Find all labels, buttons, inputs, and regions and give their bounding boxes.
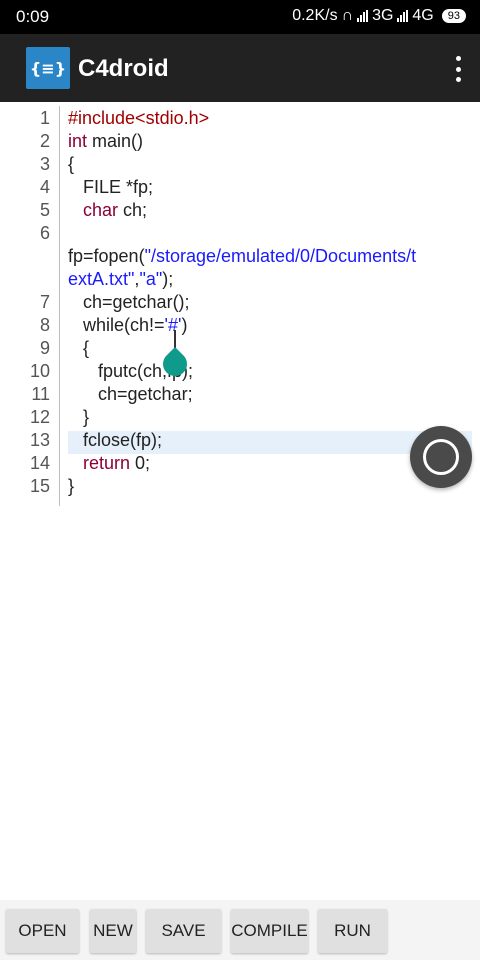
code-token: } [68,476,75,496]
code-token: fp=fopen( [68,246,145,266]
net-speed: 0.2K/s [292,7,338,24]
new-button[interactable]: NEW [90,909,136,953]
code-token: return [83,453,131,473]
signal-bars-icon [357,10,369,22]
code-text: } [68,475,74,498]
status-icons: 0.2K/s ∩ 3G 4G 93 [292,7,466,25]
code-text: FILE *fp; [68,176,153,199]
code-token: { [68,154,75,174]
code-token: char [83,200,119,220]
code-line[interactable]: 11 ch=getchar; [0,383,480,406]
code-line[interactable]: 4 FILE *fp; [0,176,480,199]
code-token: #include<stdio.h> [68,108,210,128]
code-editor[interactable]: 1 #include<stdio.h> 2 int main() 3{4 FILE *f… [0,102,480,900]
app-title: C4droid [78,55,169,82]
overflow-menu-icon[interactable] [454,56,462,82]
code-line[interactable]: 5 char ch; [0,199,480,222]
line-number: 6 [39,223,50,243]
code-line[interactable]: 12 } [0,406,480,429]
code-text: int main() [68,130,143,153]
code-token: fclose(fp); [68,430,163,450]
code-text: #include<stdio.h> [68,107,209,130]
code-text: fp=fopen("/storage/emulated/0/Documents/… [68,245,416,268]
status-time: 0:09 [16,7,50,26]
line-number: 14 [29,453,50,473]
signal-bars-icon-2 [397,10,409,22]
open-button[interactable]: OPEN [6,909,79,953]
code-token: extA.txt" [68,269,135,289]
network-3g: 3G [372,7,394,24]
code-line[interactable]: 10 fputc(ch,fp); [0,360,480,383]
headphones-icon: ∩ [341,7,354,24]
compile-button[interactable]: COMPILE [231,909,308,953]
code-token: ) [181,315,188,335]
line-number: 13 [29,430,50,450]
code-token: ch=getchar; [68,384,193,404]
line-number: 1 [39,108,50,128]
app-bar: {≡} C4droid [0,34,480,102]
code-text: fclose(fp); [68,429,162,452]
code-line[interactable]: extA.txt","a"); [0,268,480,291]
code-line[interactable]: 7 ch=getchar(); [0,291,480,314]
line-number: 4 [39,177,50,197]
code-text: while(ch!='#') [68,314,187,337]
code-token: int [68,131,88,151]
code-token: while(ch!= [68,315,165,335]
status-bar: 0:09 0.2K/s ∩ 3G 4G 93 [0,0,480,34]
code-line[interactable]: 2 int main() [0,130,480,153]
app-logo-icon: {≡} [26,47,70,89]
code-text: ch=getchar; [68,383,193,406]
line-number: 5 [39,200,50,220]
code-token: 0; [130,453,151,473]
code-token: ch; [118,200,148,220]
code-text: extA.txt","a"); [68,268,173,291]
code-token: main() [87,131,144,151]
code-line[interactable]: 1 #include<stdio.h> [0,107,480,130]
code-token: } [68,407,90,427]
code-line[interactable]: 13 fclose(fp); [0,429,480,452]
code-token: '#' [164,315,182,335]
code-line[interactable]: 8 while(ch!='#') [0,314,480,337]
code-token: "a" [139,269,163,289]
code-text: } [68,406,89,429]
bottom-toolbar: OPEN NEW SAVE COMPILE RUN [0,900,480,960]
circle-icon [423,439,459,475]
line-number: 12 [29,407,50,427]
save-button[interactable]: SAVE [146,909,221,953]
code-token: FILE *fp; [68,177,154,197]
code-text: ch=getchar(); [68,291,190,314]
code-token: { [68,338,90,358]
run-button[interactable]: RUN [318,909,387,953]
code-text: { [68,153,74,176]
floating-assist-button[interactable] [410,426,472,488]
line-number: 8 [39,315,50,335]
code-text: char ch; [68,199,147,222]
line-number: 9 [39,338,50,358]
code-line[interactable]: 3{ [0,153,480,176]
code-line[interactable]: 6 [0,222,480,245]
code-token: ch=getchar(); [68,292,190,312]
line-number: 10 [29,361,50,381]
line-number: 15 [29,476,50,496]
code-line[interactable]: 14 return 0; [0,452,480,475]
line-number: 11 [31,384,50,404]
line-number: 3 [39,154,50,174]
code-line[interactable]: fp=fopen("/storage/emulated/0/Documents/… [0,245,480,268]
code-line[interactable]: 9 { [0,337,480,360]
code-line[interactable]: 15} [0,475,480,498]
code-token: ); [162,269,174,289]
code-text: { [68,337,89,360]
battery-icon: 93 [441,9,466,23]
network-4g: 4G [412,7,434,24]
code-token: "/storage/emulated/0/Documents/t [144,246,417,266]
line-number: 7 [39,292,50,312]
line-number: 2 [39,131,50,151]
code-text: return 0; [68,452,150,475]
